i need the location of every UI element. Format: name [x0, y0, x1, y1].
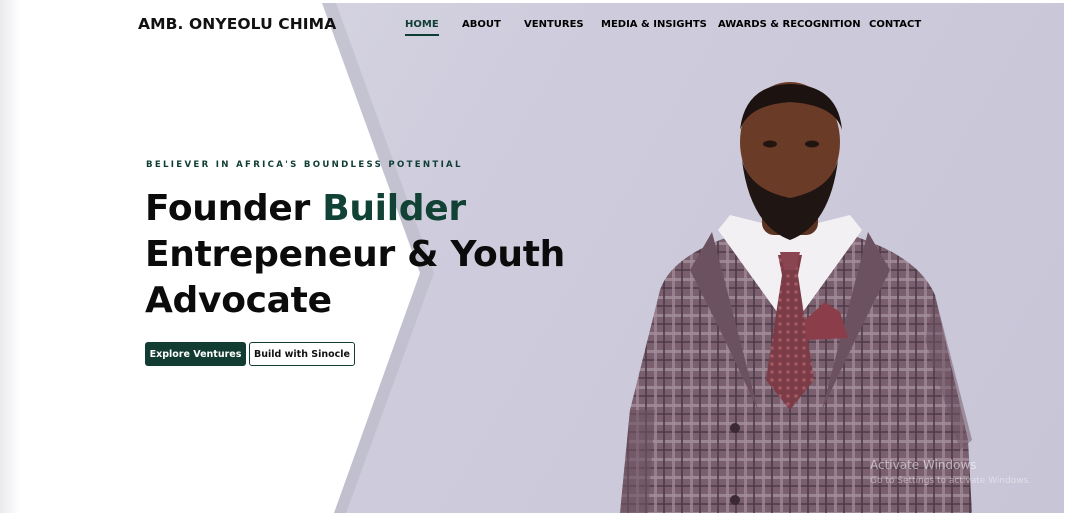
nav-item-label: HOME [405, 19, 439, 30]
activate-windows-subtext: Go to Settings to activate Windows. [870, 476, 1032, 486]
hero-page: AMB. ONYEOLU CHIMA HOME ABOUT VENTURES M… [0, 0, 1069, 513]
left-edge-fade [0, 0, 20, 513]
activate-windows-watermark: Activate Windows [870, 458, 977, 472]
brand-logo[interactable]: AMB. ONYEOLU CHIMA [138, 15, 336, 33]
hero-eyebrow: BELIEVER IN AFRICA'S BOUNDLESS POTENTIAL [146, 160, 463, 170]
build-with-sinocle-button[interactable]: Build with Sinocle [249, 342, 355, 366]
explore-ventures-button[interactable]: Explore Ventures [145, 342, 246, 366]
portrait-image [620, 82, 972, 513]
headline-line-3: Advocate [145, 280, 332, 321]
headline-word-founder: Founder [145, 188, 310, 229]
active-nav-underline [405, 34, 439, 36]
nav-item-home[interactable]: HOME [405, 19, 439, 36]
hero-headline: Founder Builder Entrepeneur & Youth Advo… [145, 186, 565, 324]
headline-line-2: Entrepeneur & Youth [145, 234, 565, 275]
nav-item-ventures[interactable]: VENTURES [524, 19, 584, 30]
headline-word-builder: Builder [322, 188, 466, 229]
nav-item-media-insights[interactable]: MEDIA & INSIGHTS [601, 19, 707, 30]
nav-item-awards-recognition[interactable]: AWARDS & RECOGNITION [718, 19, 861, 30]
nav-item-about[interactable]: ABOUT [462, 19, 501, 30]
nav-item-contact[interactable]: CONTACT [869, 19, 921, 30]
